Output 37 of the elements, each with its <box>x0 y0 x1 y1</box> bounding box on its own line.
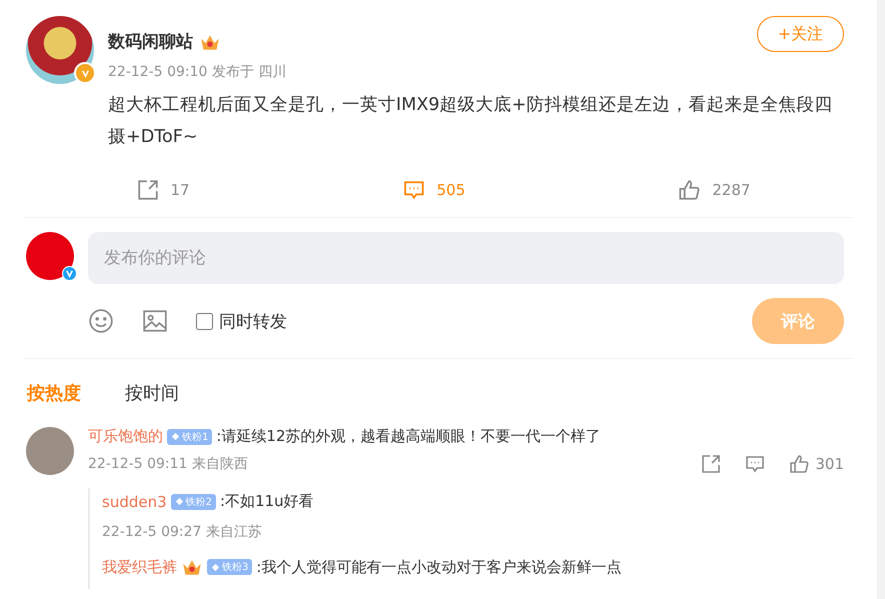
sort-tab[interactable]: 按时间 <box>125 381 179 405</box>
reply-button[interactable] <box>745 454 766 474</box>
comment-action[interactable]: 505 <box>402 179 466 201</box>
comment-text: :不如11u好看 <box>220 492 314 511</box>
comment-text: :我个人觉得可能有一点小改动对于客户来说会新鲜一点 <box>256 558 622 576</box>
follow-button[interactable]: +关注 <box>757 16 844 52</box>
share-icon <box>136 179 158 201</box>
comment-text: :请延续12苏的外观，越看越高端顺眼！不要一代一个样了 <box>216 427 601 446</box>
avatar-image[interactable] <box>26 427 74 475</box>
sort-tab[interactable]: 按热度 <box>27 381 81 405</box>
comment-time: 22-12-5 09:27 来自江苏 <box>102 523 263 541</box>
post-time: 22-12-5 09:10 <box>108 64 208 80</box>
comment-icon <box>402 179 425 201</box>
share-button[interactable] <box>701 454 722 474</box>
avatar-image[interactable] <box>26 232 74 280</box>
repost-action[interactable]: 17 <box>136 179 190 201</box>
share-icon <box>701 454 722 474</box>
fan-level-badge: 铁粉2 <box>170 494 216 510</box>
thumbs-up-icon <box>789 454 810 474</box>
like-button[interactable]: 301 <box>789 454 844 474</box>
thumbs-up-icon <box>678 179 700 201</box>
author-name[interactable]: 数码闲聊站 <box>108 30 193 53</box>
post-text: 超大杯工程机后面又全是孔，一英寸IMX9超级大底+防抖模组还是左边，看起来是全焦段四摄+DToF~ <box>108 94 834 149</box>
checkbox-label: 同时转发 <box>219 310 287 332</box>
comment-input-field[interactable]: 发布你的评论 <box>88 232 844 284</box>
image-icon[interactable] <box>142 308 168 334</box>
like-action[interactable]: 2287 <box>678 179 750 201</box>
comment-time: 22-12-5 09:11 来自陕西 <box>88 455 248 473</box>
checkbox[interactable] <box>196 312 213 330</box>
comment-icon <box>745 454 766 474</box>
commenter-name[interactable]: 可乐饱饱的 <box>88 427 163 446</box>
fan-level-badge: 铁粉1 <box>167 428 212 444</box>
fan-level-badge: 铁粉3 <box>207 559 252 575</box>
smiley-icon[interactable] <box>88 308 114 334</box>
post-location: 发布于 四川 <box>212 64 286 80</box>
commenter-name[interactable]: sudden3 <box>102 492 167 510</box>
commenter-name[interactable]: 我爱织毛裤 <box>102 558 177 576</box>
